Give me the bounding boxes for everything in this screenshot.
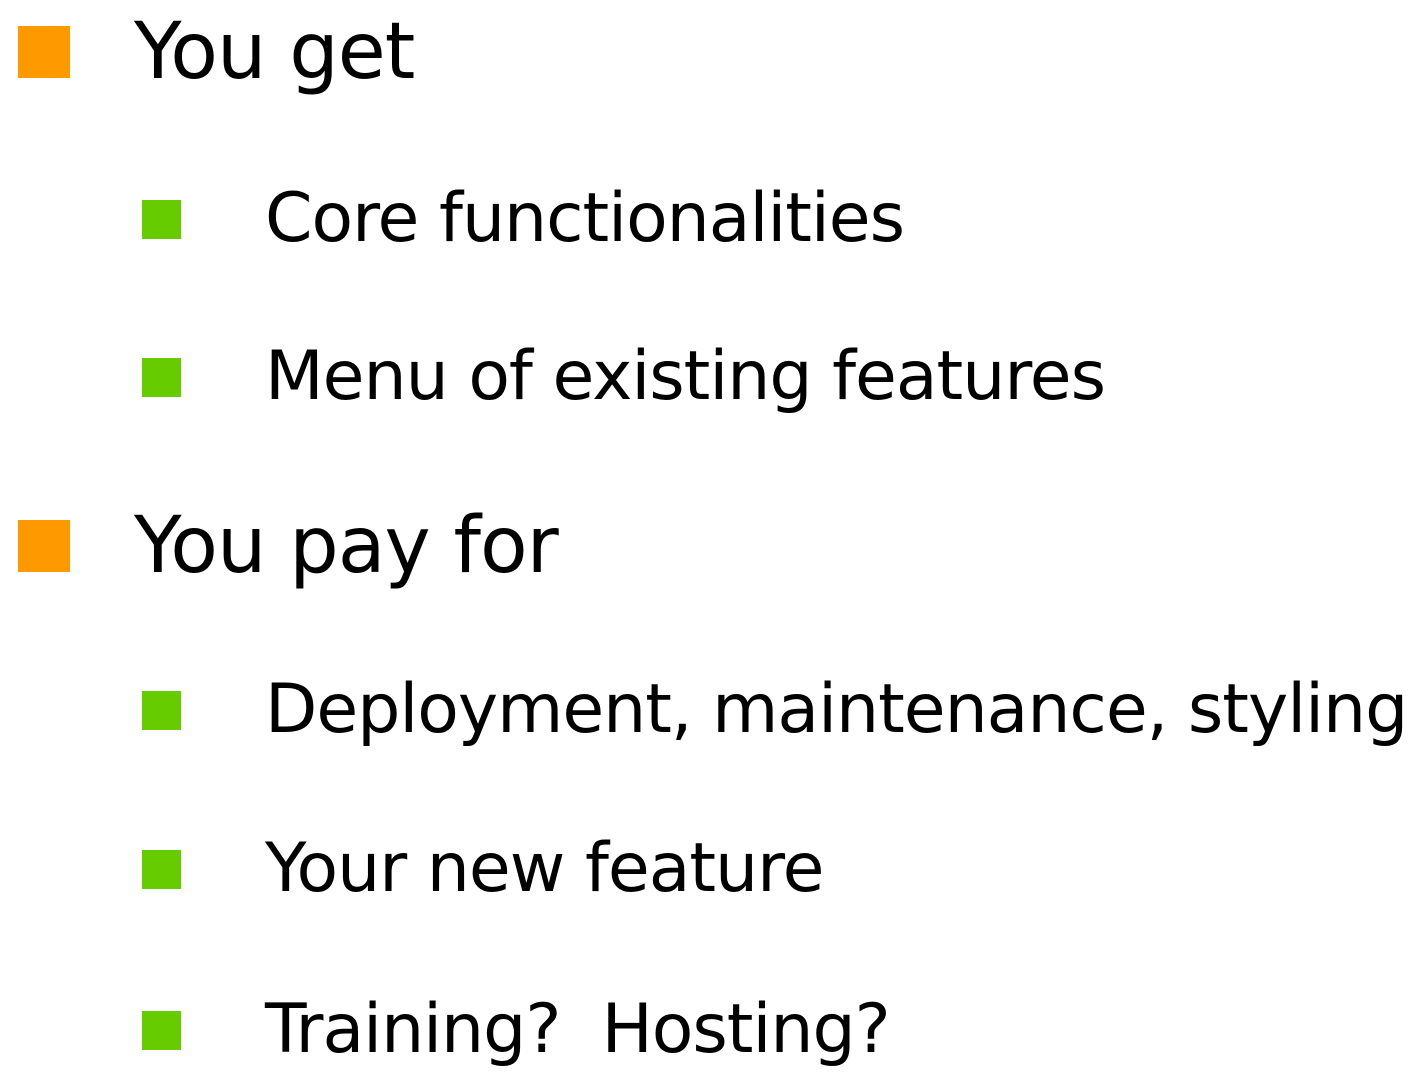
sub-bullet-text: Deployment, maintenance, styling (265, 670, 1408, 749)
bullet-text: You get (134, 7, 415, 97)
orange-square-bullet-icon (18, 520, 70, 572)
sub-bullet-item-menu-of-existing-features: Menu of existing features (142, 337, 1106, 416)
sub-bullet-text: Training? Hosting? (265, 990, 891, 1069)
sub-bullet-item-core-functionalities: Core functionalities (142, 179, 905, 258)
sub-bullet-text: Your new feature (265, 829, 824, 908)
green-square-bullet-icon (142, 849, 181, 889)
green-square-bullet-icon (142, 357, 181, 397)
orange-square-bullet-icon (18, 26, 70, 78)
sub-bullet-text: Menu of existing features (265, 337, 1106, 416)
green-square-bullet-icon (142, 690, 181, 730)
slide: You get Core functionalities Menu of exi… (0, 0, 1422, 1072)
bullet-text: You pay for (134, 501, 559, 591)
green-square-bullet-icon (142, 1010, 181, 1050)
sub-bullet-item-training-hosting: Training? Hosting? (142, 990, 891, 1069)
bullet-item-you-get: You get (18, 7, 415, 97)
sub-bullet-text: Core functionalities (265, 179, 905, 258)
sub-bullet-item-deployment: Deployment, maintenance, styling (142, 670, 1408, 749)
bullet-item-you-pay-for: You pay for (18, 501, 559, 591)
green-square-bullet-icon (142, 199, 181, 239)
sub-bullet-item-your-new-feature: Your new feature (142, 829, 824, 908)
